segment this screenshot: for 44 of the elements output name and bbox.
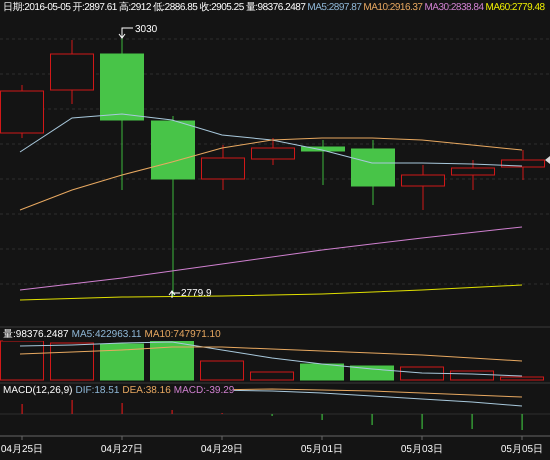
volume-bar xyxy=(250,372,294,380)
high-pointer-arrow xyxy=(118,28,134,39)
candlestick xyxy=(251,138,295,166)
candlestick xyxy=(301,140,345,186)
volume-info-text: MA10:747971.10 xyxy=(144,329,221,341)
volume-bar xyxy=(450,370,494,380)
macd-info-text: MACD(12,26,9) xyxy=(3,385,72,397)
quote-info-text: 日期:2016-05-05 xyxy=(3,2,70,14)
volume-bar xyxy=(300,364,344,380)
date-axis-label: 05月05日 xyxy=(500,444,544,455)
quote-info-text: 高:2912 xyxy=(118,2,151,14)
quote-info-text: 低:2886.85 xyxy=(152,2,198,14)
candlestick xyxy=(501,150,545,180)
volume-bar xyxy=(150,340,194,380)
macd-info-text: DEA:38.16 xyxy=(122,385,171,397)
low-pointer-arrow xyxy=(168,290,180,298)
candlestick xyxy=(451,160,495,190)
quote-info-text: 量:98376.2487 xyxy=(246,2,306,14)
candlestick xyxy=(50,40,94,104)
date-axis-label: 05月03日 xyxy=(400,444,444,455)
volume-bar xyxy=(200,360,244,380)
date-axis-label: 04月29日 xyxy=(200,444,244,455)
date-axis-label: 04月25日 xyxy=(0,444,44,455)
volume-info-text: 量:98376.2487 xyxy=(3,329,69,341)
candlestick xyxy=(401,164,445,210)
date-axis-label: 04月27日 xyxy=(100,444,144,455)
quote-info-text: MA5:2897.87 xyxy=(307,2,362,14)
quote-info-text: MA30:2838.84 xyxy=(424,2,484,14)
macd-info-text: MACD:-39.29 xyxy=(174,385,234,397)
high-price-label: 3030 xyxy=(135,24,158,35)
volume-bar xyxy=(400,366,444,380)
quote-info-text: 收:2905.25 xyxy=(199,2,244,14)
volume-bar xyxy=(350,366,394,380)
quote-info-text: MA60:2779.48 xyxy=(486,2,545,14)
quote-info-text: MA10:2916.37 xyxy=(363,2,422,14)
macd-info-text: DIF:18.51 xyxy=(75,385,120,397)
volume-info-text: MA5:422963.11 xyxy=(72,329,142,341)
price-marker-icon xyxy=(545,156,550,164)
date-axis-label: 05月01日 xyxy=(300,444,344,455)
candlestick xyxy=(351,140,395,206)
candlestick xyxy=(201,144,245,190)
quote-info-text: 开:2897.61 xyxy=(72,2,117,14)
volume-bar xyxy=(100,344,144,380)
volume-bar xyxy=(500,376,544,380)
